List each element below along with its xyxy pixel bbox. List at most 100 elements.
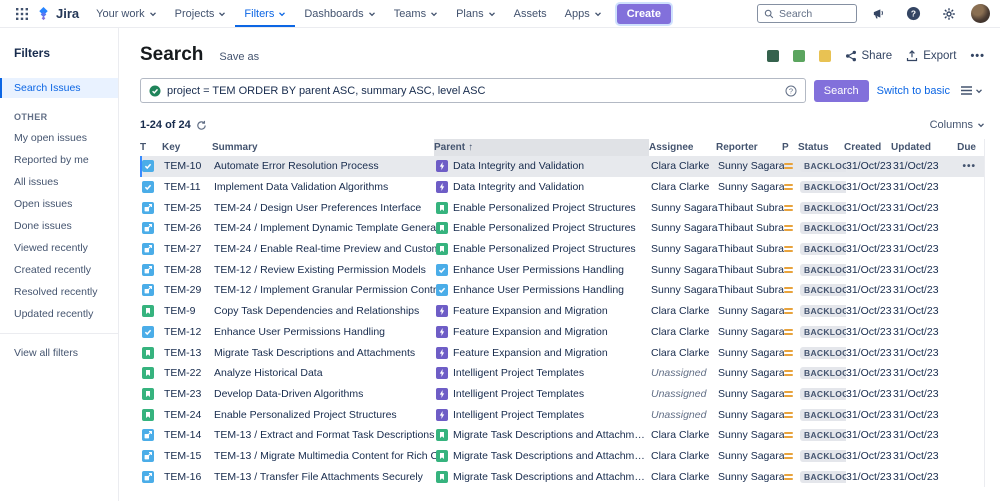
sidebar-item-created-recently[interactable]: Created recently <box>0 259 118 281</box>
issue-key[interactable]: TEM-28 <box>164 259 214 280</box>
issue-summary[interactable]: Migrate Task Descriptions and Attachment… <box>214 342 436 363</box>
column-header-updated[interactable]: Updated <box>891 139 941 156</box>
issue-key[interactable]: TEM-15 <box>164 446 214 467</box>
issue-summary[interactable]: TEM-24 / Implement Dynamic Template Gene… <box>214 218 436 239</box>
issue-summary[interactable]: Automate Error Resolution Process <box>214 156 436 177</box>
column-header-reporter[interactable]: Reporter <box>716 139 782 156</box>
column-header-key[interactable]: Key <box>162 139 212 156</box>
help-icon[interactable]: ? <box>900 6 927 21</box>
sidebar-item-search-issues[interactable]: Search Issues <box>0 78 118 98</box>
issue-summary[interactable]: Enhance User Permissions Handling <box>214 322 436 343</box>
addon-icon-1[interactable] <box>767 50 779 62</box>
nav-item-dashboards[interactable]: Dashboards <box>295 0 384 27</box>
share-button[interactable]: Share <box>845 50 893 62</box>
issue-summary[interactable]: Analyze Historical Data <box>214 363 436 384</box>
table-row[interactable]: TEM-12Enhance User Permissions HandlingF… <box>140 322 984 343</box>
column-header-p[interactable]: P <box>782 139 798 156</box>
columns-dropdown[interactable]: Columns <box>930 119 985 131</box>
view-options-button[interactable] <box>958 85 985 96</box>
row-more-actions-button[interactable]: ••• <box>962 161 976 172</box>
issue-key[interactable]: TEM-16 <box>164 466 214 487</box>
nav-item-plans[interactable]: Plans <box>447 0 505 27</box>
table-row[interactable]: TEM-14TEM-13 / Extract and Format Task D… <box>140 425 984 446</box>
issue-summary[interactable]: TEM-12 / Implement Granular Permission C… <box>214 280 436 301</box>
issue-summary[interactable]: Implement Data Validation Algorithms <box>214 177 436 198</box>
issue-parent[interactable]: Feature Expansion and Migration <box>436 342 651 363</box>
issue-parent[interactable]: Feature Expansion and Migration <box>436 322 651 343</box>
table-row[interactable]: TEM-25TEM-24 / Design User Preferences I… <box>140 197 984 218</box>
user-avatar[interactable] <box>971 4 990 23</box>
issue-key[interactable]: TEM-29 <box>164 280 214 301</box>
column-header-status[interactable]: Status <box>798 139 844 156</box>
issue-summary[interactable]: TEM-13 / Migrate Multimedia Content for … <box>214 446 436 467</box>
table-row[interactable]: TEM-23Develop Data-Driven AlgorithmsInte… <box>140 384 984 405</box>
export-button[interactable]: Export <box>906 50 956 62</box>
nav-item-assets[interactable]: Assets <box>505 0 556 27</box>
search-button[interactable]: Search <box>814 80 869 102</box>
table-row[interactable]: TEM-29TEM-12 / Implement Granular Permis… <box>140 280 984 301</box>
issue-key[interactable]: TEM-24 <box>164 404 214 425</box>
sidebar-item-open-issues[interactable]: Open issues <box>0 193 118 215</box>
issue-parent[interactable]: Enable Personalized Project Structures <box>436 239 651 260</box>
nav-item-teams[interactable]: Teams <box>385 0 447 27</box>
issue-key[interactable]: TEM-14 <box>164 425 214 446</box>
table-row[interactable]: TEM-10Automate Error Resolution ProcessD… <box>140 156 984 177</box>
sidebar-item-my-open-issues[interactable]: My open issues <box>0 127 118 149</box>
issue-key[interactable]: TEM-23 <box>164 384 214 405</box>
issue-parent[interactable]: Feature Expansion and Migration <box>436 301 651 322</box>
nav-item-projects[interactable]: Projects <box>166 0 236 27</box>
issue-parent[interactable]: Data Integrity and Validation <box>436 156 651 177</box>
table-row[interactable]: TEM-13Migrate Task Descriptions and Atta… <box>140 342 984 363</box>
issue-key[interactable]: TEM-25 <box>164 197 214 218</box>
jira-logo[interactable]: Jira <box>34 0 87 27</box>
sidebar-item-done-issues[interactable]: Done issues <box>0 215 118 237</box>
issue-summary[interactable]: TEM-24 / Enable Real-time Preview and Cu… <box>214 239 436 260</box>
table-row[interactable]: TEM-22Analyze Historical DataIntelligent… <box>140 363 984 384</box>
settings-gear-icon[interactable] <box>936 7 962 21</box>
issue-key[interactable]: TEM-27 <box>164 239 214 260</box>
issue-parent[interactable]: Enable Personalized Project Structures <box>436 218 651 239</box>
issue-summary[interactable]: TEM-12 / Review Existing Permission Mode… <box>214 259 436 280</box>
table-row[interactable]: TEM-11Implement Data Validation Algorith… <box>140 177 984 198</box>
nav-item-your-work[interactable]: Your work <box>87 0 166 27</box>
issue-parent[interactable]: Enhance User Permissions Handling <box>436 280 651 301</box>
issue-parent[interactable]: Intelligent Project Templates <box>436 384 651 405</box>
announcements-icon[interactable] <box>866 7 891 20</box>
column-header-summary[interactable]: Summary <box>212 139 434 156</box>
table-row[interactable]: TEM-24Enable Personalized Project Struct… <box>140 404 984 425</box>
save-as-button[interactable]: Save as <box>219 51 259 63</box>
issue-parent[interactable]: Intelligent Project Templates <box>436 363 651 384</box>
issue-summary[interactable]: Enable Personalized Project Structures <box>214 404 436 425</box>
table-row[interactable]: TEM-27TEM-24 / Enable Real-time Preview … <box>140 239 984 260</box>
issue-parent[interactable]: Migrate Task Descriptions and Attachment… <box>436 446 651 467</box>
addon-icon-2[interactable] <box>793 50 805 62</box>
column-header-assignee[interactable]: Assignee <box>649 139 716 156</box>
issue-parent[interactable]: Enhance User Permissions Handling <box>436 259 651 280</box>
issue-parent[interactable]: Data Integrity and Validation <box>436 177 651 198</box>
refresh-icon[interactable] <box>196 120 207 131</box>
issue-key[interactable]: TEM-22 <box>164 363 214 384</box>
sidebar-item-all-issues[interactable]: All issues <box>0 171 118 193</box>
column-header-due[interactable]: Due <box>941 139 984 156</box>
sidebar-item-updated-recently[interactable]: Updated recently <box>0 303 118 325</box>
global-search-box[interactable] <box>757 4 857 23</box>
table-row[interactable]: TEM-16TEM-13 / Transfer File Attachments… <box>140 466 984 487</box>
create-button[interactable]: Create <box>617 4 671 24</box>
nav-item-filters[interactable]: Filters <box>235 0 295 27</box>
jql-query-input[interactable]: project = TEM ORDER BY parent ASC, summa… <box>140 78 806 103</box>
issue-summary[interactable]: Copy Task Dependencies and Relationships <box>214 301 436 322</box>
issue-parent[interactable]: Enable Personalized Project Structures <box>436 197 651 218</box>
column-header-t[interactable]: T <box>140 139 162 156</box>
sidebar-item-reported-by-me[interactable]: Reported by me <box>0 149 118 171</box>
table-row[interactable]: TEM-26TEM-24 / Implement Dynamic Templat… <box>140 218 984 239</box>
issue-key[interactable]: TEM-13 <box>164 342 214 363</box>
issue-key[interactable]: TEM-12 <box>164 322 214 343</box>
column-header-created[interactable]: Created <box>844 139 891 156</box>
app-switcher-icon[interactable] <box>10 0 34 27</box>
column-header-parent[interactable]: Parent ↑ <box>434 139 649 156</box>
jql-help-icon[interactable]: ? <box>785 85 797 97</box>
sidebar-item-resolved-recently[interactable]: Resolved recently <box>0 281 118 303</box>
issue-parent[interactable]: Migrate Task Descriptions and Attachment… <box>436 425 651 446</box>
issue-key[interactable]: TEM-26 <box>164 218 214 239</box>
switch-to-basic-link[interactable]: Switch to basic <box>877 85 950 97</box>
